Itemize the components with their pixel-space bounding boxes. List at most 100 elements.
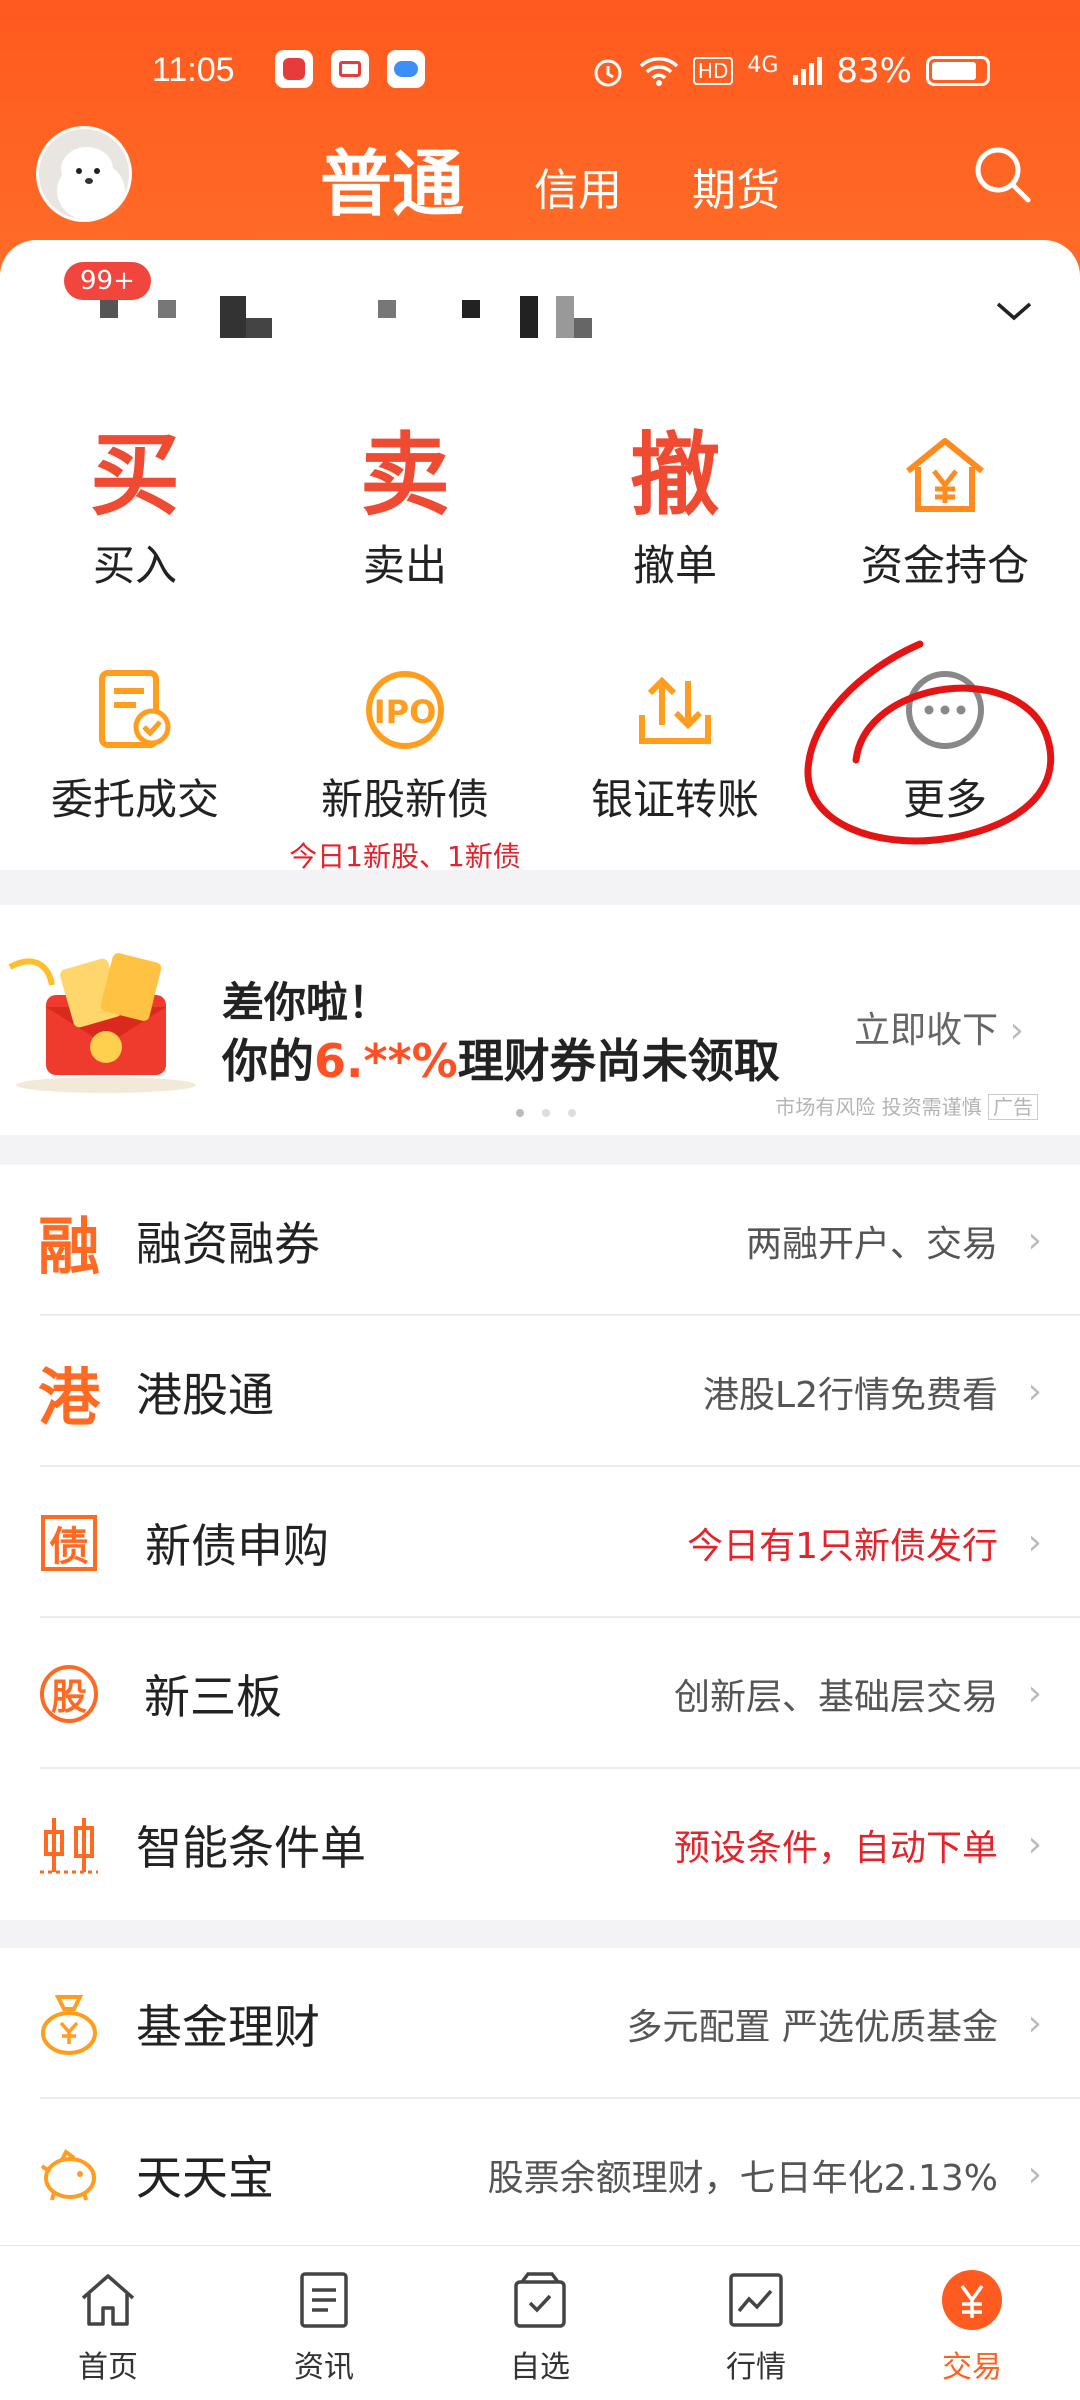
sell-button[interactable]: 卖 卖出: [270, 426, 540, 593]
services-list: 融 融资融券 两融开户、交易 › 港 港股通 港股L2行情免费看 › 债 新债申…: [0, 1165, 1080, 1920]
funds-label: 资金持仓: [860, 541, 1029, 590]
transfer-label: 银证转账: [590, 775, 759, 824]
home-icon: [81, 2274, 135, 2326]
app-notify-icon: [275, 50, 313, 88]
banner-pager: [516, 1109, 576, 1117]
list-title: 港股通: [136, 1367, 274, 1422]
list-desc: 股票余额理财，七日年化2.13%: [487, 2157, 998, 2199]
nav-trade[interactable]: 交易: [864, 2246, 1080, 2400]
status-right: HD 4G 83%: [591, 51, 990, 91]
orders-label: 委托成交: [50, 775, 219, 824]
list-item-margin-trading[interactable]: 融 融资融券 两融开户、交易 ›: [0, 1165, 1080, 1316]
bottom-nav: 首页 资讯 自选 行情 交易: [0, 2245, 1080, 2400]
piggy-bank-icon: [32, 2138, 106, 2212]
annotation-circle: [804, 640, 1055, 845]
margin-icon: 融: [37, 1209, 100, 1283]
nav-label: 资讯: [294, 2350, 354, 2385]
status-bar: 11:05 HD 4G 83%: [0, 45, 1080, 95]
finance-list: 基金理财 多元配置 严选优质基金 › 天天宝 股票余额理财，七日年化2.13% …: [0, 1948, 1080, 2248]
nav-label: 行情: [726, 2350, 786, 2385]
nav-watchlist[interactable]: 自选: [432, 2246, 648, 2400]
bank-transfer-button[interactable]: 银证转账: [540, 660, 810, 827]
market-chart-icon: [729, 2273, 783, 2327]
funds-positions-button[interactable]: 资金持仓: [810, 426, 1080, 593]
list-title: 基金理财: [136, 1999, 320, 2054]
avatar-image: [39, 129, 129, 219]
list-title: 融资融券: [136, 1216, 320, 1271]
ipo-button[interactable]: IPO 新股新债 今日1新股、1新债: [270, 660, 540, 875]
banner-suffix: 理财券尚未领取: [457, 1034, 780, 1088]
candlestick-icon: [32, 1808, 106, 1882]
red-packet-image: [8, 953, 196, 1093]
status-time: 11:05: [152, 51, 235, 89]
list-desc: 多元配置 严选优质基金: [626, 2006, 998, 2048]
signal-icon: [793, 57, 823, 85]
tab-normal[interactable]: 普通: [320, 125, 541, 260]
yen-house-icon: [906, 438, 984, 512]
battery-percent: 83%: [836, 51, 912, 91]
ad-label: 广告: [988, 1094, 1038, 1120]
message-badge: 99+: [64, 262, 151, 300]
banner-rate: 6.**%: [314, 1034, 458, 1088]
chevron-right-icon: ›: [1009, 1010, 1024, 1051]
nav-label: 交易: [942, 2350, 1002, 2385]
list-item-new-bonds[interactable]: 债 新债申购 今日有1只新债发行 ›: [0, 1467, 1080, 1618]
chevron-right-icon: ›: [1027, 1673, 1042, 1714]
hk-icon: 港: [37, 1360, 100, 1434]
battery-icon: [926, 56, 990, 86]
sell-label: 卖出: [362, 541, 447, 590]
watchlist-icon: [514, 2272, 566, 2328]
banner-cta[interactable]: 立即收下 ›: [854, 1001, 1024, 1053]
news-icon: [300, 2272, 348, 2328]
transfer-icon: [639, 676, 711, 744]
alarm-icon: [594, 59, 622, 87]
cancel-order-button[interactable]: 撤 撤单: [540, 426, 810, 593]
risk-disclaimer: 市场有风险 投资需谨慎 广告: [775, 1091, 1038, 1120]
wifi-icon: [639, 57, 679, 86]
list-item-fund[interactable]: 基金理财 多元配置 严选优质基金 ›: [0, 1948, 1080, 2099]
nav-market[interactable]: 行情: [648, 2246, 864, 2400]
nav-news[interactable]: 资讯: [216, 2246, 432, 2400]
nav-label: 首页: [78, 2350, 138, 2385]
record-notify-icon: [331, 50, 369, 88]
cancel-glyph: 撤: [630, 423, 720, 528]
search-icon[interactable]: [970, 142, 1034, 206]
svg-text:IPO: IPO: [374, 693, 437, 731]
sell-glyph: 卖: [360, 423, 450, 528]
nav-home[interactable]: 首页: [0, 2246, 216, 2400]
order-check-icon: [99, 670, 171, 748]
ipo-icon: IPO: [366, 671, 444, 749]
money-bag-icon: [32, 1987, 106, 2061]
ipo-label: 新股新债: [320, 775, 489, 824]
list-item-neeq[interactable]: 股 新三板 创新层、基础层交易 ›: [0, 1618, 1080, 1769]
risk-text: 市场有风险 投资需谨慎: [775, 1095, 982, 1119]
chevron-right-icon: ›: [1027, 1371, 1042, 1412]
list-item-tiantianbao[interactable]: 天天宝 股票余额理财，七日年化2.13% ›: [0, 2099, 1080, 2250]
list-desc: 港股L2行情免费看: [703, 1374, 998, 1416]
buy-button[interactable]: 买 买入: [0, 426, 270, 593]
buy-glyph: 买: [90, 423, 180, 528]
list-desc: 预设条件，自动下单: [673, 1827, 998, 1869]
cloud-notify-icon: [387, 50, 425, 88]
tab-credit[interactable]: 信用: [534, 154, 622, 218]
banner-title: 差你啦！: [222, 978, 391, 1027]
neeq-icon: 股: [40, 1664, 98, 1723]
banner-subtitle: 你的6.**%理财券尚未领取: [222, 1025, 780, 1091]
list-title: 新债申购: [145, 1518, 329, 1573]
promo-banner[interactable]: 差你啦！ 你的6.**%理财券尚未领取 立即收下 › 市场有风险 投资需谨慎 广…: [0, 905, 1080, 1135]
network-type: 4G: [747, 52, 779, 78]
list-desc: 今日有1只新债发行: [687, 1525, 998, 1567]
orders-trades-button[interactable]: 委托成交: [0, 660, 270, 827]
chevron-down-icon[interactable]: [994, 296, 1034, 326]
chevron-right-icon: ›: [1027, 1220, 1042, 1261]
chevron-right-icon: ›: [1027, 2003, 1042, 2044]
notification-icons: [275, 50, 425, 88]
chevron-right-icon: ›: [1027, 1824, 1042, 1865]
list-desc: 两融开户、交易: [745, 1223, 998, 1265]
list-item-hk-connect[interactable]: 港 港股通 港股L2行情免费看 ›: [0, 1316, 1080, 1467]
cancel-label: 撤单: [632, 541, 717, 590]
list-item-conditional-orders[interactable]: 智能条件单 预设条件，自动下单 ›: [0, 1769, 1080, 1920]
avatar[interactable]: [36, 126, 132, 222]
tab-futures[interactable]: 期货: [692, 154, 780, 218]
masked-account-info: [92, 296, 612, 342]
